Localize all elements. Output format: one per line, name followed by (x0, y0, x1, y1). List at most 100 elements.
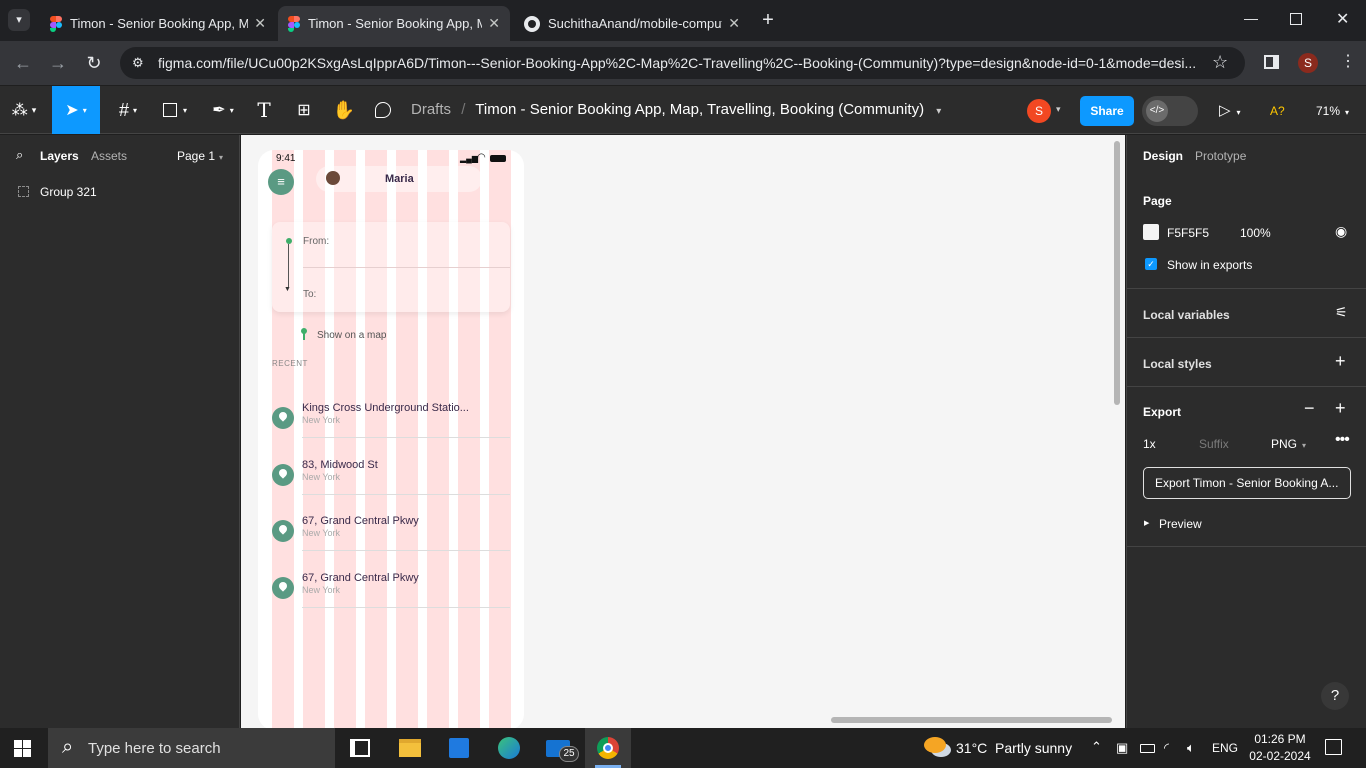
search-icon[interactable]: ⌕ (16, 147, 23, 163)
tab-prototype[interactable]: Prototype (1195, 149, 1246, 163)
browser-tab-2[interactable]: Timon - Senior Booking App, M ✕ (278, 6, 510, 41)
show-in-exports-checkbox[interactable]: ✓ (1145, 258, 1157, 270)
shape-tool-button[interactable]: ▾ (156, 86, 194, 134)
main-menu-button[interactable]: ⁂ ▾ (4, 86, 44, 134)
plus-icon[interactable]: + (1335, 351, 1346, 372)
from-field[interactable]: From: (303, 236, 329, 247)
weather-text[interactable]: 31°C Partly sunny (956, 740, 1072, 756)
page-opacity-value[interactable]: 100% (1240, 226, 1271, 240)
volume-icon[interactable]: 🔈︎ (1187, 740, 1195, 756)
new-tab-button[interactable]: + (758, 8, 778, 32)
local-variables-section[interactable]: Local variables ⚟ (1127, 289, 1366, 338)
plus-icon[interactable]: + (1335, 398, 1346, 419)
more-options-icon[interactable]: ••• (1335, 431, 1350, 449)
taskbar-search[interactable]: ⌕ Type here to search (48, 728, 335, 768)
file-name[interactable]: Timon - Senior Booking App, Map, Travell… (475, 101, 924, 118)
tab-layers[interactable]: Layers (40, 149, 79, 163)
share-button[interactable]: Share (1080, 96, 1134, 126)
url-text: figma.com/file/UCu00p2KSxgAsLqIpprA6D/Ti… (158, 55, 1197, 71)
move-tool-button[interactable]: ➤ ▾ (52, 86, 100, 134)
minimize-button[interactable]: — (1244, 10, 1258, 30)
list-item[interactable]: 67, Grand Central Pkwy New York (272, 572, 510, 633)
preview-toggle[interactable]: Preview (1159, 517, 1202, 531)
design-canvas[interactable]: 9:41 ▂▄▆ ◠ ≡ Maria ▼ From: To: Show on a… (241, 135, 1125, 728)
help-button[interactable]: ? (1321, 682, 1349, 710)
close-icon[interactable]: ✕ (728, 15, 740, 32)
resources-button[interactable]: ⊞ (292, 86, 316, 134)
export-format-select[interactable]: PNG ▾ (1271, 437, 1306, 451)
vertical-scrollbar[interactable] (1114, 141, 1120, 405)
close-window-button[interactable]: ✕ (1336, 9, 1349, 29)
task-view-icon[interactable] (350, 739, 370, 757)
close-icon[interactable]: ✕ (254, 15, 266, 32)
close-icon[interactable]: ✕ (488, 15, 500, 32)
chevron-down-icon[interactable]: ▾ (1056, 104, 1061, 115)
pen-tool-button[interactable]: ✒ ▾ (204, 86, 242, 134)
layer-row[interactable]: Group 321 (0, 181, 239, 203)
zoom-menu[interactable]: 71% ▾ (1316, 104, 1349, 118)
clock[interactable]: 01:26 PM 02-02-2024 (1248, 731, 1312, 765)
wifi-icon[interactable]: ◜ (1164, 740, 1169, 756)
side-panel-icon[interactable] (1264, 55, 1279, 69)
chevron-down-icon[interactable]: ▾ (936, 106, 941, 117)
phone-frame[interactable]: 9:41 ▂▄▆ ◠ ≡ Maria ▼ From: To: Show on a… (258, 150, 524, 728)
bookmark-star-icon[interactable]: ☆ (1212, 52, 1228, 73)
url-field[interactable]: ⚙ figma.com/file/UCu00p2KSxgAsLqIpprA6D/… (120, 47, 1245, 79)
edge-icon[interactable] (498, 737, 520, 759)
tab-assets[interactable]: Assets (91, 149, 127, 163)
page-selector[interactable]: Page 1 ▾ (177, 149, 223, 163)
breadcrumb-drafts[interactable]: Drafts (411, 101, 451, 118)
eye-icon[interactable]: ◉ (1335, 223, 1347, 240)
page-color-swatch[interactable] (1143, 224, 1159, 240)
browser-tab-1[interactable]: Timon - Senior Booking App, M ✕ (40, 6, 276, 41)
reload-icon[interactable]: ↻ (83, 52, 105, 74)
list-item[interactable]: 83, Midwood St New York (272, 459, 510, 520)
list-item[interactable]: 67, Grand Central Pkwy New York (272, 515, 510, 576)
site-info-icon[interactable]: ⚙ (132, 55, 144, 71)
menu-icon[interactable]: ≡ (268, 169, 294, 195)
user-avatar[interactable]: S (1027, 99, 1051, 123)
dev-mode-toggle[interactable]: </> (1142, 96, 1198, 126)
profile-avatar[interactable]: S (1298, 53, 1318, 73)
restore-button[interactable] (1290, 13, 1302, 25)
hand-tool-button[interactable]: ✋ (332, 86, 356, 134)
user-chip[interactable]: Maria (316, 166, 482, 192)
notification-icon[interactable] (1325, 739, 1342, 755)
export-format-value: PNG (1271, 437, 1298, 451)
figma-logo-icon: ⁂ (11, 102, 28, 119)
weather-icon[interactable] (924, 737, 946, 753)
to-field[interactable]: To: (303, 289, 316, 300)
file-explorer-icon[interactable] (399, 739, 421, 757)
start-button[interactable] (14, 740, 32, 757)
forward-arrow-icon[interactable]: → (47, 52, 69, 74)
back-arrow-icon[interactable]: ← (12, 52, 34, 74)
horizontal-scrollbar[interactable] (831, 717, 1112, 723)
comment-tool-button[interactable] (370, 86, 396, 134)
tab-search-button[interactable]: ▾ (8, 9, 30, 31)
show-on-map-link[interactable]: Show on a map (317, 330, 387, 341)
sliders-icon[interactable]: ⚟ (1335, 304, 1348, 321)
chrome-icon[interactable] (585, 728, 631, 768)
chevron-up-icon[interactable]: ⌃ (1091, 739, 1102, 755)
browser-menu-icon[interactable]: ⋮ (1340, 52, 1356, 72)
mail-icon[interactable]: 25 (546, 740, 579, 762)
chevron-right-icon[interactable]: ▶ (1144, 519, 1149, 527)
export-button[interactable]: Export Timon - Senior Booking A... (1143, 467, 1351, 499)
list-item[interactable]: Kings Cross Underground Statio... New Yo… (272, 402, 510, 463)
battery-icon[interactable] (1140, 744, 1155, 753)
present-button[interactable]: ▷ ▾ (1219, 101, 1241, 119)
text-tool-button[interactable]: T (252, 86, 276, 134)
minus-icon[interactable]: − (1304, 398, 1315, 419)
export-scale[interactable]: 1x (1143, 437, 1156, 451)
meet-now-icon[interactable]: ▣ (1116, 740, 1128, 756)
page-color-value[interactable]: F5F5F5 (1167, 226, 1209, 240)
clock-date: 02-02-2024 (1249, 749, 1311, 763)
properties-panel: Design Prototype Page F5F5F5 100% ◉ ✓ Sh… (1126, 135, 1366, 728)
frame-tool-button[interactable]: # ▾ (110, 86, 146, 134)
tab-design[interactable]: Design (1143, 149, 1183, 163)
microsoft-store-icon[interactable] (449, 738, 469, 758)
language-indicator[interactable]: ENG (1212, 741, 1238, 755)
export-suffix-input[interactable]: Suffix (1199, 437, 1229, 451)
browser-tab-3[interactable]: SuchithaAnand/mobile-comput ✕ (514, 6, 750, 41)
accessibility-indicator[interactable]: A? (1270, 104, 1285, 118)
